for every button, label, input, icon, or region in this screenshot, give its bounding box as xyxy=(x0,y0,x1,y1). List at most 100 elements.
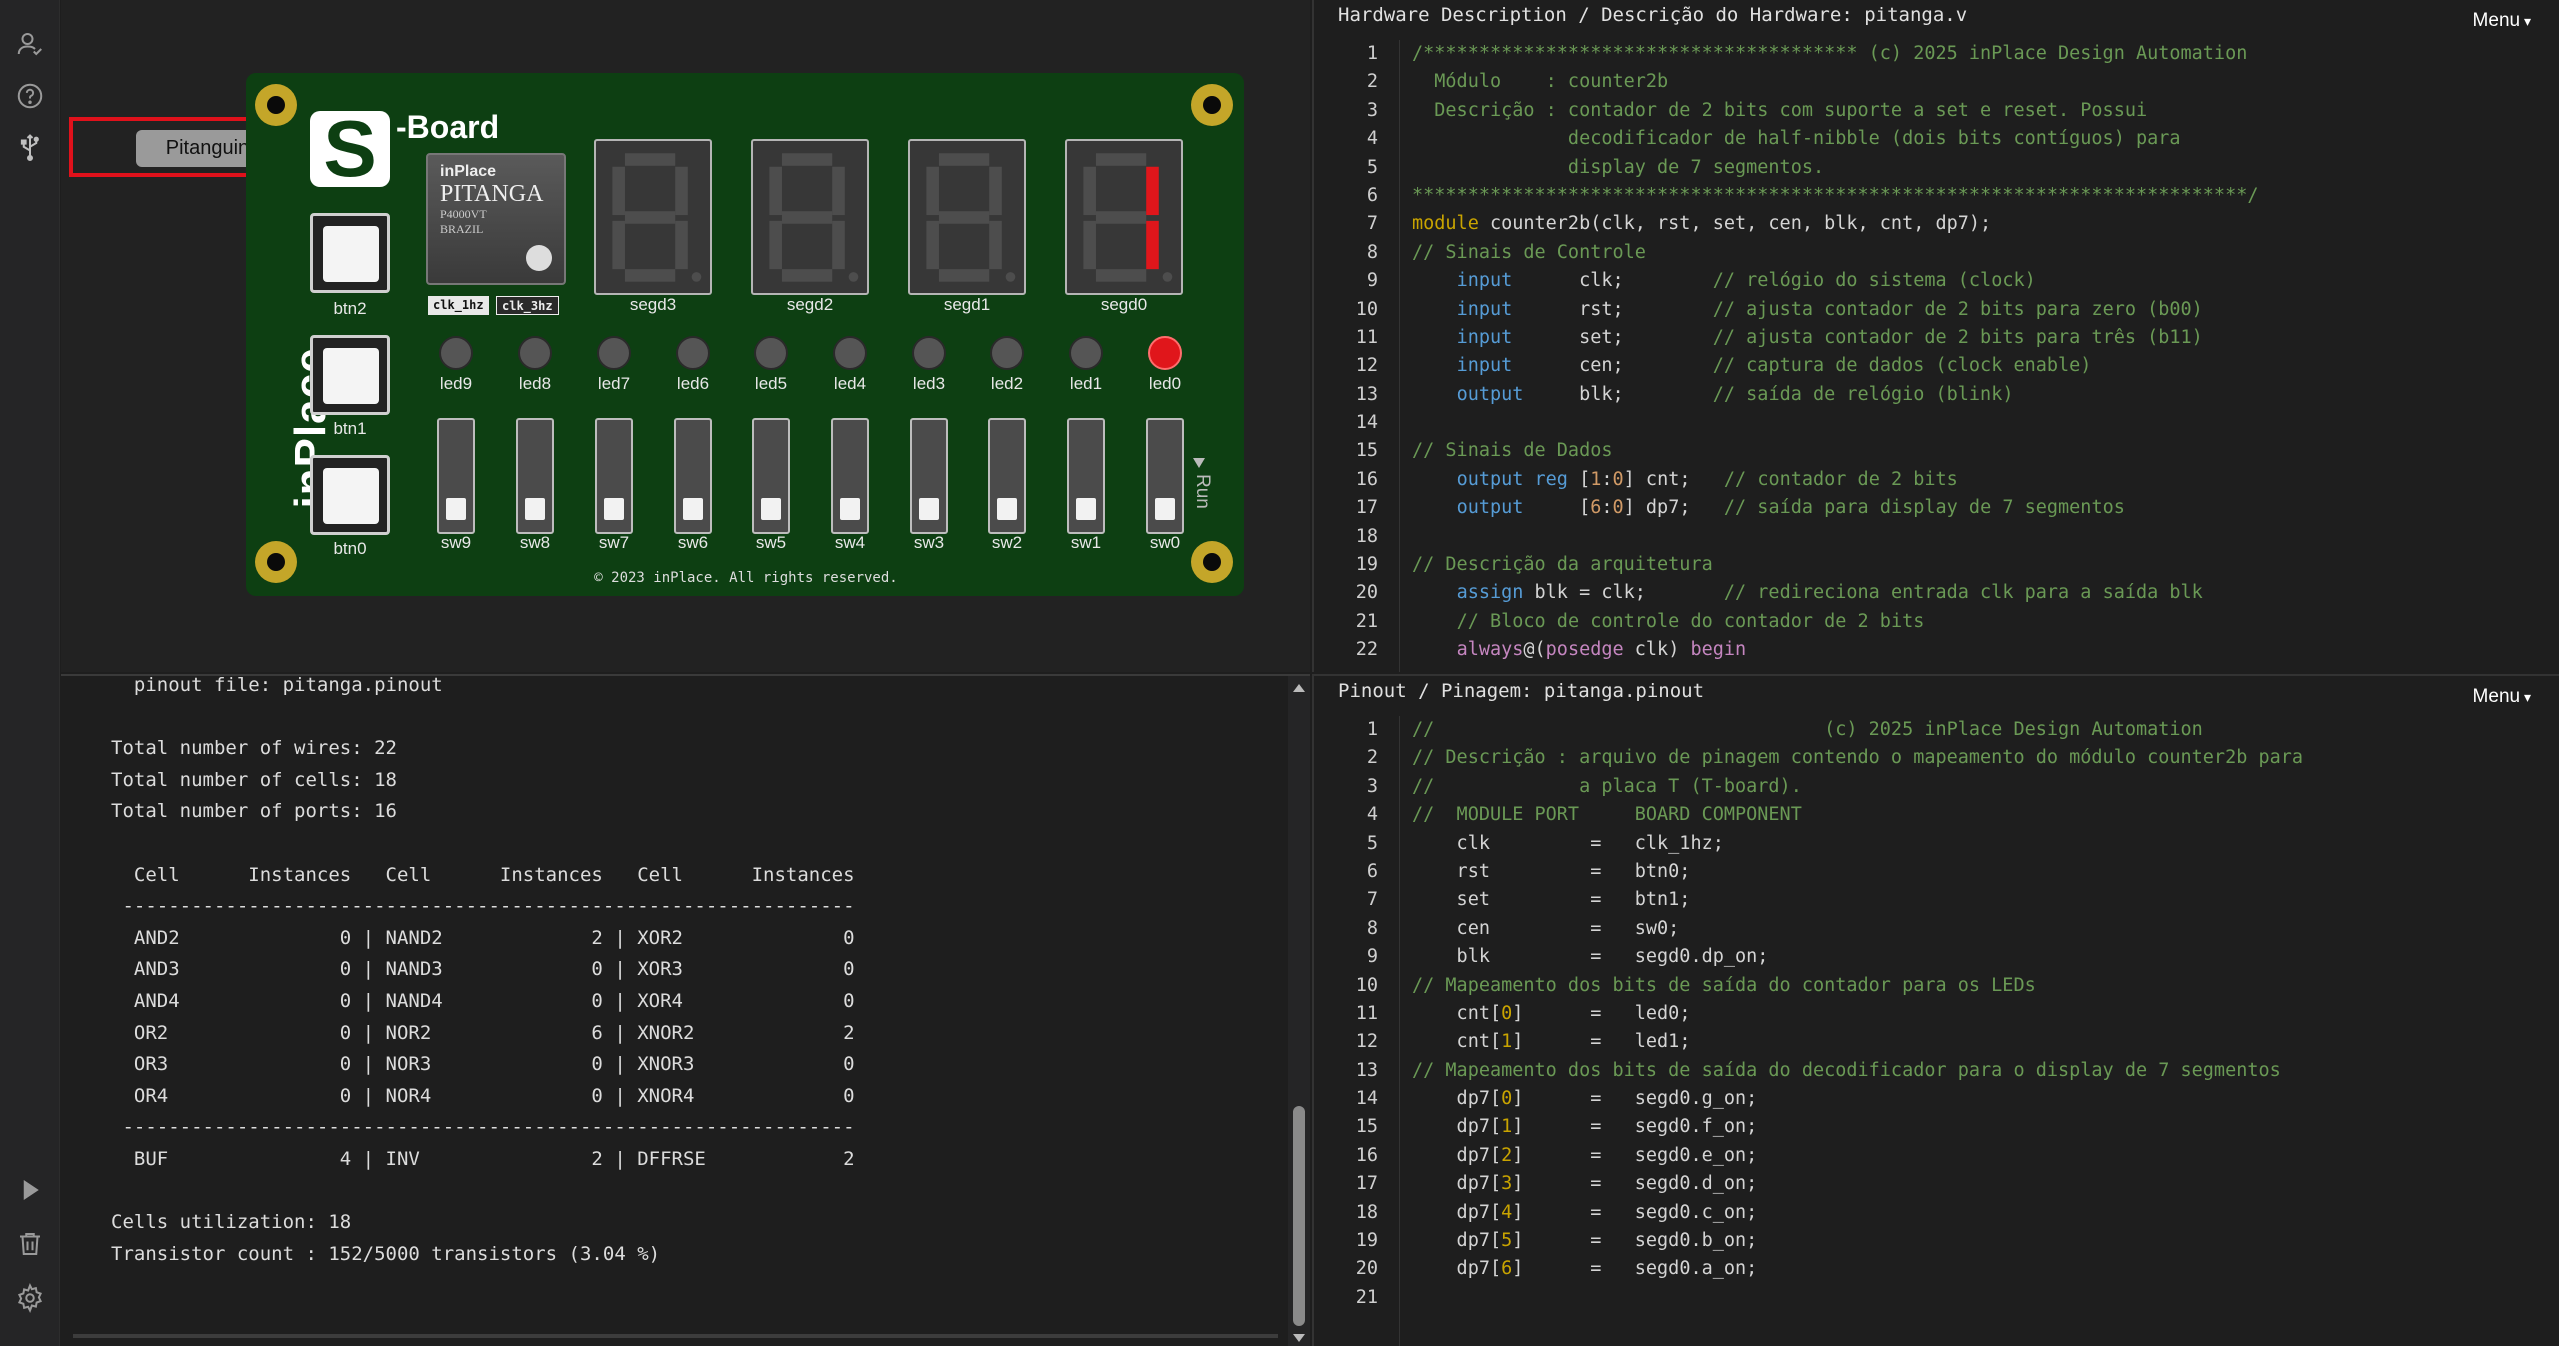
sidebar xyxy=(0,0,60,1346)
code-token: display de 7 segmentos. xyxy=(1412,156,1825,178)
board-copyright: © 2023 inPlace. All rights reserved. xyxy=(594,570,898,586)
sw1-switch[interactable] xyxy=(1067,418,1105,534)
led8-label: led8 xyxy=(518,374,552,393)
code-text: set = btn1; xyxy=(1412,886,1691,914)
led2-label: led2 xyxy=(990,374,1024,393)
console-output[interactable]: pinout file: pitanga.pinout Total number… xyxy=(61,674,1310,1346)
line-number: 17 xyxy=(1355,1173,1378,1195)
console-line: AND3 0 | NAND3 0 | XOR3 0 xyxy=(111,958,855,981)
line-number: 14 xyxy=(1355,412,1378,434)
code-token: cnt[ xyxy=(1412,1002,1502,1024)
line-number: 20 xyxy=(1355,582,1378,604)
sw0-switch[interactable] xyxy=(1146,418,1184,534)
mounting-hole xyxy=(255,541,297,583)
sw4-label: sw4 xyxy=(834,533,866,552)
code-text: cnt[0] = led0; xyxy=(1412,1000,1691,1028)
line-number: 16 xyxy=(1355,468,1378,490)
code-token: ] = segd0.a_on; xyxy=(1512,1258,1758,1280)
user-check-icon[interactable] xyxy=(12,26,48,62)
code-token: // captura de dados (clock enable) xyxy=(1712,355,2092,377)
code-token: module xyxy=(1412,213,1479,235)
code-token: counter2b(clk, rst, set, cen, blk, cnt, … xyxy=(1478,213,1992,235)
btn1-button[interactable] xyxy=(310,335,390,415)
console-scroll-thumb[interactable] xyxy=(1293,1106,1305,1326)
code-token: reg xyxy=(1534,468,1568,490)
console-line: AND2 0 | NAND2 2 | XOR2 0 xyxy=(111,926,855,949)
led7-light xyxy=(597,336,631,370)
led3-light xyxy=(912,336,946,370)
scroll-up-icon[interactable] xyxy=(1288,680,1310,696)
scroll-down-icon[interactable] xyxy=(1288,1330,1310,1346)
code-text: dp7[5] = segd0.b_on; xyxy=(1412,1227,1758,1255)
board-viewer: Pitanguino S -Board inPlace inPlace PITA… xyxy=(61,0,1310,672)
usb-icon[interactable] xyxy=(12,130,48,166)
sw4-switch[interactable] xyxy=(831,418,869,534)
console-scrollbar[interactable] xyxy=(1288,676,1310,1346)
sw3-label: sw3 xyxy=(913,533,945,552)
sw9-switch[interactable] xyxy=(437,418,475,534)
settings-icon[interactable] xyxy=(12,1280,48,1316)
code-text: Descrição : contador de 2 bits com supor… xyxy=(1412,97,2147,125)
run-arrow-icon xyxy=(1193,458,1205,468)
led5-label: led5 xyxy=(754,374,788,393)
segd1-display xyxy=(908,139,1026,295)
code-token: : xyxy=(1601,468,1613,490)
pin-code-editor[interactable]: 1 // (c) 2025 inPlace Design Automation 2 /… xyxy=(1314,716,2559,1312)
code-line: 2 // Descrição : arquivo de pinagem conte… xyxy=(1314,744,2559,772)
segd3-label: segd3 xyxy=(629,295,677,314)
code-token: decodificador de half-nibble (dois bits … xyxy=(1412,128,2181,150)
sw6-switch[interactable] xyxy=(674,418,712,534)
sw7-switch[interactable] xyxy=(595,418,633,534)
sw9-label: sw9 xyxy=(440,533,472,552)
code-token: ] = segd0.d_on; xyxy=(1512,1173,1758,1195)
code-token: 0 xyxy=(1501,1002,1513,1024)
code-token: input xyxy=(1456,270,1513,292)
line-number: 19 xyxy=(1355,1230,1378,1252)
code-line: 15 // Sinais de Dados xyxy=(1314,437,2559,465)
sw2-switch[interactable] xyxy=(988,418,1026,534)
line-number: 3 xyxy=(1366,775,1378,797)
console-hscrollbar[interactable] xyxy=(73,1334,1278,1338)
code-text: rst = btn0; xyxy=(1412,858,1691,886)
hw-code-editor[interactable]: 1 /**************************************… xyxy=(1314,40,2559,665)
code-token: ] = segd0.e_on; xyxy=(1512,1144,1758,1166)
btn2-button[interactable] xyxy=(310,213,390,293)
code-line: 17 dp7[3] = segd0.d_on; xyxy=(1314,1170,2559,1198)
run-toggle[interactable]: Run xyxy=(1191,456,1213,509)
code-line: 1 /**************************************… xyxy=(1314,40,2559,68)
code-token: input xyxy=(1456,326,1513,348)
code-token: clk; xyxy=(1512,270,1713,292)
console-line: Total number of cells: 18 xyxy=(111,768,397,791)
btn0-button[interactable] xyxy=(310,455,390,535)
code-text: ****************************************… xyxy=(1412,182,2258,210)
code-line: 16 output reg [1:0] cnt; // contador de … xyxy=(1314,466,2559,494)
code-token: output xyxy=(1456,383,1524,405)
code-token: assign xyxy=(1456,582,1524,604)
line-number: 18 xyxy=(1355,525,1378,547)
led1-light xyxy=(1069,336,1103,370)
code-line: 2 Módulo : counter2b xyxy=(1314,68,2559,96)
help-icon[interactable] xyxy=(12,78,48,114)
code-token: // a placa T (T-board). xyxy=(1412,775,1802,797)
run-icon[interactable] xyxy=(12,1172,48,1208)
pin-menu-button[interactable]: Menu xyxy=(2473,686,2531,708)
led6-light xyxy=(676,336,710,370)
line-number: 8 xyxy=(1366,917,1378,939)
sw5-switch[interactable] xyxy=(752,418,790,534)
code-token: posedge xyxy=(1545,639,1624,661)
code-line: 5 display de 7 segmentos. xyxy=(1314,154,2559,182)
hw-menu-button[interactable]: Menu xyxy=(2473,10,2531,32)
trash-icon[interactable] xyxy=(12,1226,48,1262)
line-number: 3 xyxy=(1366,99,1378,121)
console-line: Total number of wires: 22 xyxy=(111,737,397,760)
sw3-switch[interactable] xyxy=(910,418,948,534)
sw8-switch[interactable] xyxy=(516,418,554,534)
code-token: ] = led0; xyxy=(1512,1002,1691,1024)
code-text: display de 7 segmentos. xyxy=(1412,154,1824,182)
code-token: // Descrição : arquivo de pinagem conten… xyxy=(1412,747,2304,769)
